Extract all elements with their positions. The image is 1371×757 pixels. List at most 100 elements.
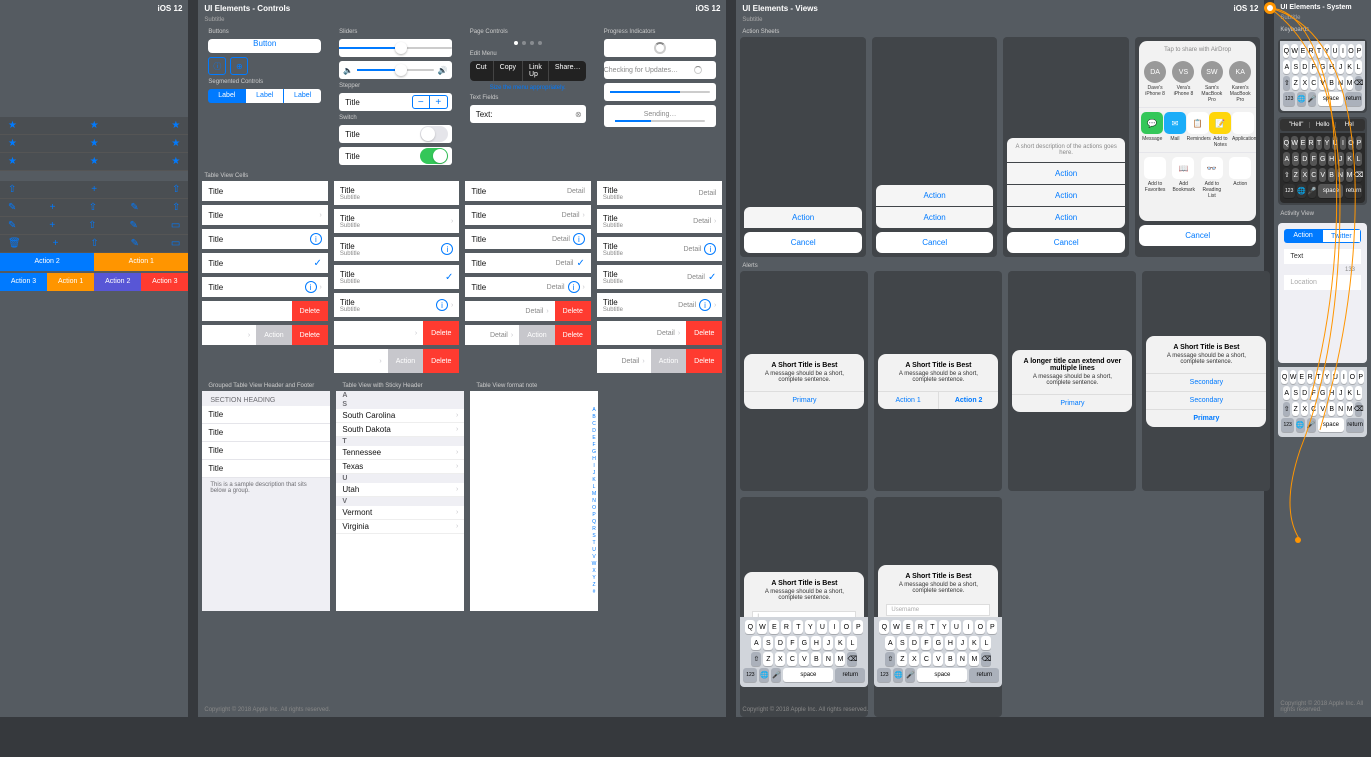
menu-cut[interactable]: Cut (470, 61, 494, 81)
key[interactable]: H (1328, 60, 1335, 74)
key[interactable]: M (1346, 402, 1353, 416)
key[interactable]: C (1310, 402, 1317, 416)
key[interactable]: F (921, 636, 931, 650)
key[interactable]: I (829, 620, 839, 634)
table-row[interactable]: Title✓ (202, 253, 328, 273)
key[interactable]: D (1301, 386, 1308, 400)
key[interactable]: R (781, 620, 791, 634)
key-mic[interactable]: 🎤 (905, 668, 915, 682)
menu-share[interactable]: Share… (549, 61, 586, 81)
share-app[interactable]: ◻Application (1232, 112, 1254, 148)
airdrop-target[interactable]: VSVera'siPhone 8 (1172, 61, 1194, 103)
key-return[interactable]: return (969, 668, 999, 682)
key[interactable]: V (1319, 168, 1326, 182)
segment[interactable]: Label (283, 89, 321, 103)
key[interactable]: N (1337, 168, 1344, 182)
key-numbers[interactable]: 123 (1281, 418, 1293, 432)
table-row[interactable]: Detail› (465, 301, 554, 321)
key[interactable]: O (975, 620, 985, 634)
key-return[interactable]: return (1346, 418, 1364, 432)
compose-icon[interactable]: ✎ (130, 220, 138, 231)
share-action[interactable]: ★Add toFavorites (1144, 157, 1166, 199)
plus-icon[interactable]: + (91, 184, 97, 195)
table-row[interactable]: › (334, 321, 423, 345)
key[interactable]: I (963, 620, 973, 634)
action-button[interactable]: Action (744, 207, 862, 228)
share-action[interactable]: ◻Action (1229, 157, 1251, 199)
delete-button[interactable]: Delete (292, 325, 328, 345)
key[interactable]: M (1346, 76, 1353, 90)
key[interactable]: M (969, 652, 979, 666)
plus-icon[interactable]: + (50, 202, 56, 213)
table-row[interactable]: › (202, 325, 256, 345)
key[interactable]: U (1332, 370, 1338, 384)
star-icon[interactable]: ★ (8, 120, 17, 131)
trash-icon[interactable]: 🗑 (8, 238, 21, 249)
suggestion[interactable]: "Hell" (1283, 122, 1309, 128)
delete-button[interactable]: Delete (555, 325, 591, 345)
action-button[interactable]: Action (876, 185, 994, 206)
key[interactable]: ⇧ (885, 652, 895, 666)
info-icon[interactable]: i (573, 233, 585, 245)
stepper-plus[interactable]: + (430, 95, 448, 109)
table-row[interactable]: TitleDetail (465, 181, 591, 201)
compose-icon[interactable]: ✎ (130, 202, 138, 213)
key[interactable]: ⇧ (1283, 402, 1290, 416)
alert-secondary[interactable]: Secondary (1146, 373, 1266, 391)
table-row[interactable]: Vermont› (336, 506, 464, 520)
plus-icon[interactable]: + (49, 220, 55, 231)
index-bar[interactable]: ABCDEFGHIJKLMNOPQRSTUVWXYZ# (592, 391, 597, 611)
key[interactable]: I (1341, 370, 1347, 384)
key-numbers[interactable]: 123 (1283, 92, 1295, 106)
alert-action[interactable]: Action 2 (939, 392, 999, 409)
key[interactable]: H (945, 636, 955, 650)
cancel-button[interactable]: Cancel (1139, 225, 1257, 246)
key[interactable]: E (1300, 136, 1306, 150)
plus-icon[interactable]: + (53, 238, 59, 249)
action-button[interactable]: Action 1 (47, 273, 94, 291)
key[interactable]: C (787, 652, 797, 666)
key[interactable]: P (1358, 370, 1364, 384)
key[interactable]: L (1355, 60, 1362, 74)
star-icon[interactable]: ★ (171, 138, 180, 149)
key[interactable]: T (1316, 136, 1322, 150)
delete-button[interactable]: Delete (555, 301, 591, 321)
table-row[interactable]: TitleSubtitleDetaili (597, 237, 723, 261)
key[interactable]: U (951, 620, 961, 634)
key[interactable]: T (927, 620, 937, 634)
table-row[interactable]: › (334, 349, 388, 373)
key[interactable]: K (835, 636, 845, 650)
key-space[interactable]: space (1318, 184, 1343, 198)
menu-linkup[interactable]: Link Up (523, 61, 549, 81)
calendar-icon[interactable]: ▭ (171, 238, 180, 249)
key[interactable]: L (847, 636, 857, 650)
delete-button[interactable]: Delete (423, 349, 459, 373)
key-return[interactable]: return (1345, 184, 1362, 198)
table-row[interactable]: Title (202, 424, 330, 442)
key[interactable]: V (799, 652, 809, 666)
key[interactable]: W (891, 620, 901, 634)
key[interactable]: A (1283, 386, 1290, 400)
key[interactable]: J (823, 636, 833, 650)
keyboard-light[interactable]: QWERTYUIOPASDFGHJKL⇧ZXCVBNM⌫123🌐🎤spacere… (740, 617, 868, 687)
segment[interactable]: Label (208, 89, 245, 103)
key[interactable]: J (1337, 60, 1344, 74)
key-space[interactable]: space (1318, 418, 1345, 432)
key[interactable]: X (1301, 76, 1308, 90)
key[interactable]: S (763, 636, 773, 650)
key[interactable]: B (811, 652, 821, 666)
key[interactable]: ⇧ (1283, 168, 1290, 182)
delete-button[interactable]: Delete (686, 321, 722, 345)
table-row[interactable] (202, 301, 291, 321)
compose-icon[interactable]: ✎ (131, 238, 139, 249)
key[interactable]: B (1328, 76, 1335, 90)
location-field[interactable]: Location (1284, 275, 1361, 290)
key-space[interactable]: space (917, 668, 967, 682)
key[interactable]: D (909, 636, 919, 650)
key[interactable]: Y (1324, 370, 1330, 384)
key[interactable]: I (1340, 136, 1346, 150)
compose-icon[interactable]: ✎ (8, 220, 16, 231)
star-icon[interactable]: ★ (90, 138, 99, 149)
key-return[interactable]: return (835, 668, 865, 682)
segment[interactable]: Label (245, 89, 283, 103)
